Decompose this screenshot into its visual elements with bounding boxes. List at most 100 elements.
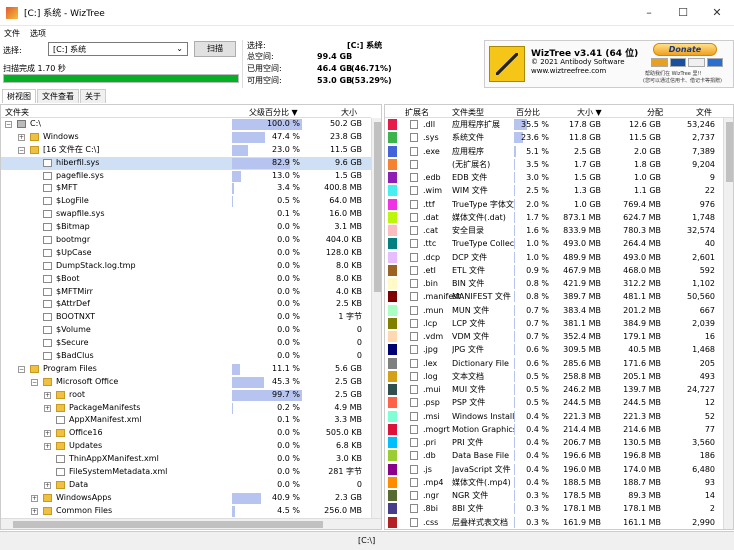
type-row[interactable]: .8bi 8BI 文件 0.3 % 178.1 MB 178.1 MB 2 [385,502,733,515]
tree-row[interactable]: BOOTNXT 0.0 % 1 字节 [1,311,371,324]
minimize-button[interactable]: – [632,0,666,26]
type-row[interactable]: .psp PSP 文件 0.5 % 244.5 MB 244.5 MB 12 [385,396,733,409]
tree-row[interactable]: $Volume 0.0 % 0 [1,324,371,337]
tree-row[interactable]: $Bitmap 0.0 % 3.1 MB [1,221,371,234]
tree-row[interactable]: $Secure 0.0 % 0 [1,337,371,350]
tab-tree-view[interactable]: 树视图 [2,89,36,103]
tree-row[interactable]: + root 99.7 % 2.5 GB [1,389,371,402]
col-header-file-type[interactable]: 文件类型 [452,107,484,118]
tree-row[interactable]: $UpCase 0.0 % 128.0 KB [1,247,371,260]
col-header-allocated[interactable]: 分配 [647,107,663,118]
tree-row[interactable]: − Microsoft Office 45.3 % 2.5 GB [1,376,371,389]
type-row[interactable]: .ttc TrueType Collection 1.0 % 493.0 MB 264.… [385,237,733,250]
collapse-icon[interactable]: − [31,378,38,386]
types-vertical-scrollbar[interactable] [723,118,733,529]
tree-row[interactable]: bootmgr 0.0 % 404.0 KB [1,234,371,247]
col-header-files[interactable]: 文件 [696,107,712,118]
type-row[interactable]: .vdm VDM 文件 0.7 % 352.4 MB 179.1 MB 16 [385,330,733,343]
scroll-thumb[interactable] [726,122,733,182]
tab-about[interactable]: 关于 [80,89,106,103]
type-row[interactable]: .db Data Base File 0.4 % 196.6 MB 196.8 MB 18… [385,449,733,462]
tree-row[interactable]: + Data 0.0 % 0 [1,479,371,492]
tree-row[interactable]: FileSystemMetadata.xml 0.0 % 281 字节 [1,466,371,479]
expand-icon[interactable]: + [44,430,51,438]
tree-row[interactable]: + WindowsApps 40.9 % 2.3 GB [1,492,371,505]
type-row[interactable]: .jpg JPG 文件 0.6 % 309.5 MB 40.5 MB 1,468 [385,343,733,356]
tree-row[interactable]: hiberfil.sys 82.9 % 9.6 GB [1,156,371,170]
type-row[interactable]: .msi Windows Installer 0.4 % 221.3 MB 221.3 … [385,410,733,423]
website-link[interactable]: www.wiztreefree.com [531,67,606,75]
type-row[interactable]: .ttf TrueType 字体文件 2.0 % 1.0 GB 769.4 MB 976 [385,198,733,211]
type-row[interactable]: .wim WIM 文件 2.5 % 1.3 GB 1.1 GB 22 [385,184,733,197]
type-row[interactable]: .exe 应用程序 5.1 % 2.5 GB 2.0 GB 7,389 [385,145,733,158]
type-row[interactable]: .css 层叠样式表文档 0.3 % 161.9 MB 161.1 MB 2,990 [385,516,733,529]
expand-icon[interactable]: + [44,404,51,412]
tree-row[interactable]: + Office16 0.0 % 505.0 KB [1,427,371,440]
type-row[interactable]: .dat 媒体文件(.dat) 1.7 % 873.1 MB 624.7 MB 1,748 [385,211,733,224]
tree-row[interactable]: + Updates 0.0 % 6.8 KB [1,440,371,453]
type-row[interactable]: .lcp LCP 文件 0.7 % 381.1 MB 384.9 MB 2,039 [385,317,733,330]
expand-icon[interactable]: + [44,481,51,489]
type-row[interactable]: .png PNG 文件0.3 %151.8 MB 165.7 MB 26,646 [385,529,733,530]
col-header-size[interactable]: 大小 ▼ [577,107,602,118]
expand-icon[interactable]: + [31,494,38,502]
tree-row[interactable]: $BadClus 0.0 % 0 [1,350,371,363]
type-row[interactable]: .log 文本文档 0.5 % 258.8 MB 205.1 MB 493 [385,370,733,383]
type-row[interactable]: .mogrtMotion Graphics Templ 0.4 % 214.4 MB… [385,423,733,436]
tree-row[interactable]: $AttrDef 0.0 % 2.5 KB [1,298,371,311]
expand-icon[interactable]: + [44,391,51,399]
type-row[interactable]: .manifest MANIFEST 文件 0.8 % 389.7 MB 481.1 M… [385,290,733,303]
col-header-size[interactable]: 大小 [341,107,357,118]
type-row[interactable]: .bin BIN 文件 0.8 % 421.9 MB 312.2 MB 1,102 [385,277,733,290]
type-row[interactable]: .lex Dictionary File 0.6 % 285.6 MB 171.6 MB… [385,357,733,370]
type-row[interactable]: .dcp DCP 文件 1.0 % 489.9 MB 493.0 MB 2,601 [385,251,733,264]
maximize-button[interactable]: ☐ [666,0,700,26]
type-row[interactable]: .mui MUI 文件 0.5 % 246.2 MB 139.7 MB 24,727 [385,383,733,396]
tree-row[interactable]: $MFT 3.4 % 400.8 MB [1,182,371,195]
expand-icon[interactable]: + [44,443,51,451]
collapse-icon[interactable]: − [18,146,25,154]
close-button[interactable]: ✕ [700,0,734,26]
tree-row[interactable]: $Boot 0.0 % 8.0 KB [1,273,371,286]
type-row[interactable]: .pri PRI 文件 0.4 % 206.7 MB 130.5 MB 3,560 [385,436,733,449]
col-header-folder[interactable]: 文件夹 [5,107,29,118]
tree-row[interactable]: − Program Files 11.1 % 5.6 GB [1,363,371,376]
scan-button[interactable]: 扫描 [194,41,236,57]
tree-horizontal-scrollbar[interactable] [1,518,381,529]
type-row[interactable]: .ngr NGR 文件 0.3 % 178.5 MB 89.3 MB 14 [385,489,733,502]
type-row[interactable]: .sys 系统文件 23.6 % 11.8 GB 11.5 GB 2,737 [385,131,733,144]
tree-row[interactable]: + Common Files 4.5 % 256.0 MB [1,505,371,518]
tree-row[interactable]: DumpStack.log.tmp 0.0 % 8.0 KB [1,260,371,273]
menu-file[interactable]: 文件 [4,28,20,39]
tree-row[interactable]: − [16 文件在 C:\] 23.0 % 11.5 GB [1,144,371,157]
tree-row[interactable]: + PackageManifests 0.2 % 4.9 MB [1,402,371,415]
tree-row[interactable]: $LogFile 0.5 % 64.0 MB [1,195,371,208]
col-header-percent[interactable]: 百分比 [516,107,540,118]
expand-icon[interactable]: + [18,133,25,141]
tree-row[interactable]: swapfile.sys 0.1 % 16.0 MB [1,208,371,221]
type-row[interactable]: (无扩展名) 3.5 % 1.7 GB 1.8 GB 9,204 [385,158,733,171]
tree-row[interactable]: − C:\ 100.0 % 50.2 GB [1,118,371,131]
drive-select[interactable]: [C:] 系统 ⌄ [48,42,188,56]
type-row[interactable]: .mp4 媒体文件(.mp4) 0.4 % 188.5 MB 188.7 MB 93 [385,476,733,489]
type-row[interactable]: .etl ETL 文件 0.9 % 467.9 MB 468.0 MB 592 [385,264,733,277]
col-header-extension[interactable]: 扩展名 [405,107,429,118]
tree-row[interactable]: $MFTMirr 0.0 % 4.0 KB [1,286,371,299]
type-row[interactable]: .dll 应用程序扩展 35.5 % 17.8 GB 12.6 GB 53,246 [385,118,733,131]
tree-row[interactable]: + Windows 47.4 % 23.8 GB [1,131,371,144]
donate-button[interactable]: Donate [653,43,717,56]
scroll-thumb[interactable] [13,521,323,528]
tree-row[interactable]: pagefile.sys 13.0 % 1.5 GB [1,170,371,183]
tree-row[interactable]: AppXManifest.xml 0.1 % 3.3 MB [1,414,371,427]
menu-options[interactable]: 选项 [30,28,46,39]
type-row[interactable]: .cat 安全目录 1.6 % 833.9 MB 780.3 MB 32,574 [385,224,733,237]
collapse-icon[interactable]: − [5,121,12,128]
type-row[interactable]: .mun MUN 文件 0.7 % 383.4 MB 201.2 MB 667 [385,304,733,317]
scroll-thumb[interactable] [374,122,381,292]
collapse-icon[interactable]: − [18,365,25,373]
type-row[interactable]: .edb EDB 文件 3.0 % 1.5 GB 1.0 GB 9 [385,171,733,184]
tab-file-view[interactable]: 文件查看 [37,89,79,103]
expand-icon[interactable]: + [31,507,38,515]
col-header-parent-pct[interactable]: 父级百分比 ▼ [249,107,298,118]
tree-row[interactable]: ThinAppXManifest.xml 0.0 % 3.0 KB [1,453,371,466]
